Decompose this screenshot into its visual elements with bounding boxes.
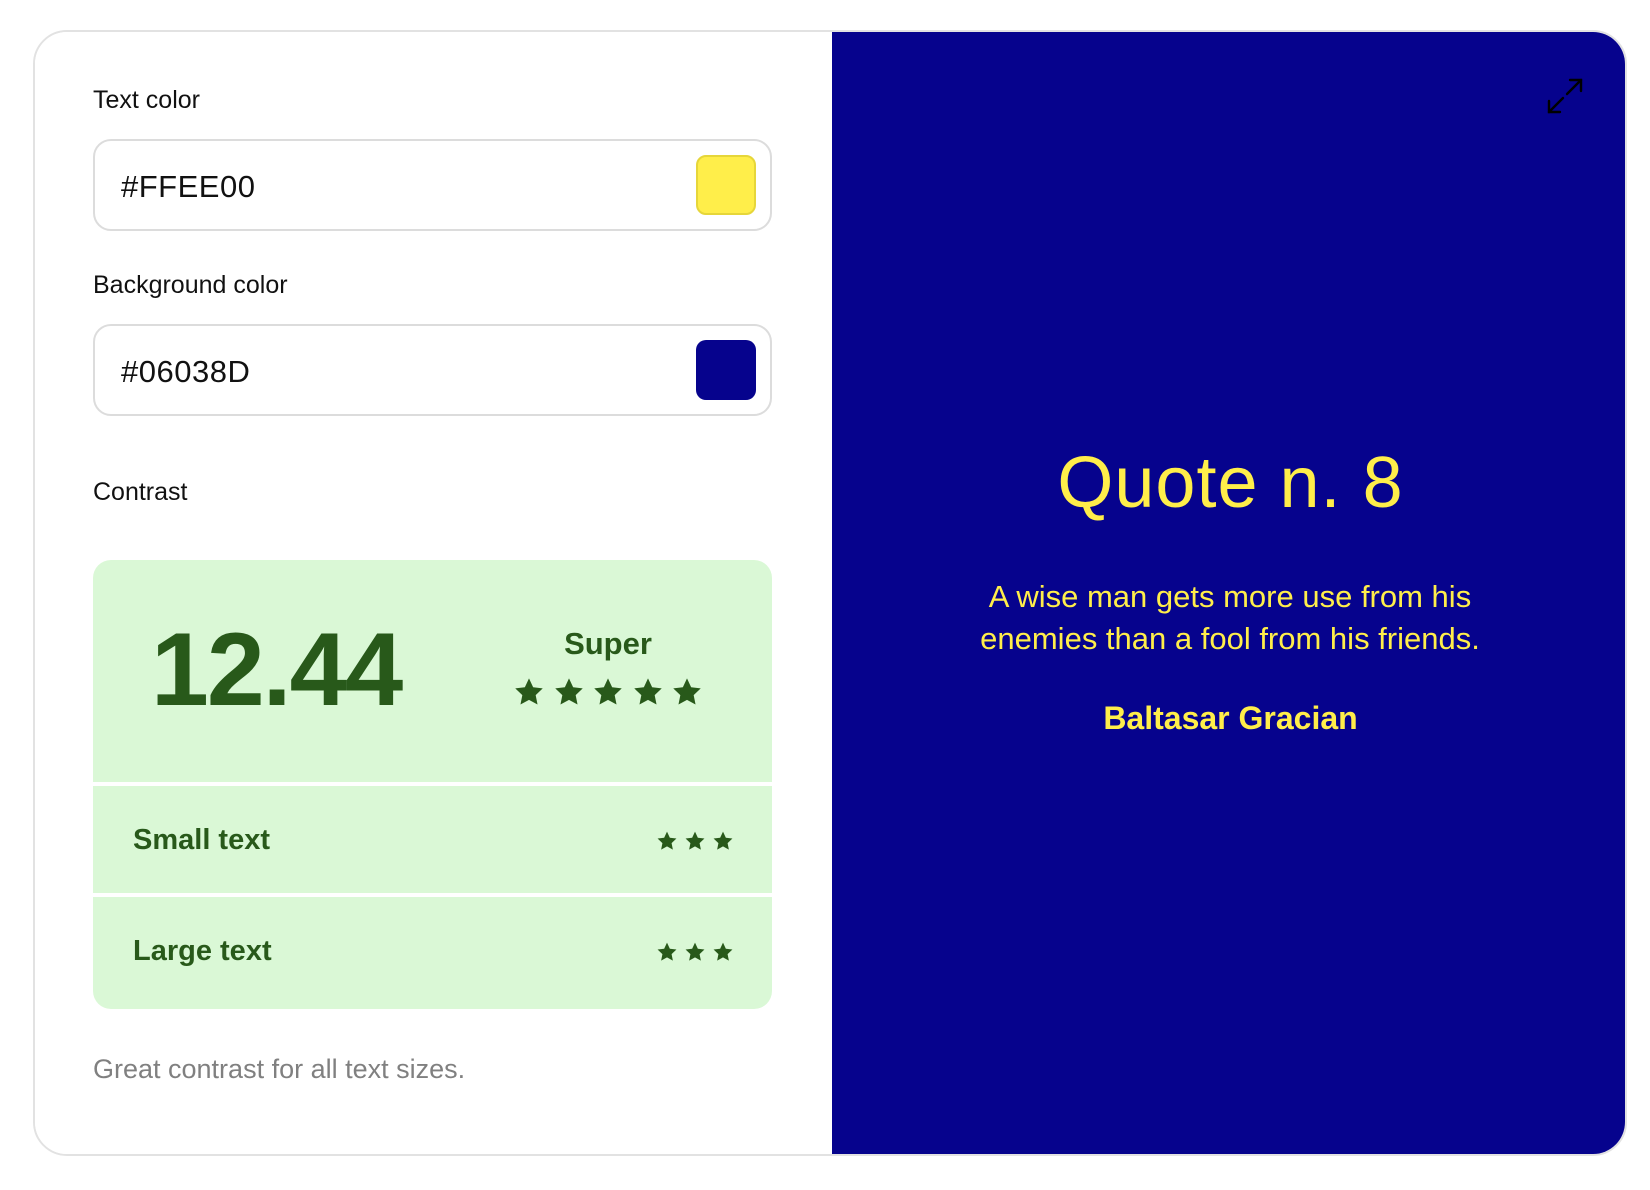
large-text-row: Large text [93, 897, 772, 1009]
star-icon [673, 678, 701, 705]
contrast-checker-card: Text color #FFEE00 Background color #060… [33, 30, 1627, 1156]
settings-panel: Text color #FFEE00 Background color #060… [35, 32, 832, 1154]
small-text-label: Small text [133, 824, 270, 856]
expand-icon[interactable] [1543, 74, 1587, 118]
star-icon [594, 678, 622, 705]
star-icon [685, 831, 705, 850]
star-icon [515, 678, 543, 705]
star-icon [685, 942, 705, 961]
contrast-score-row: 12.44 Super [93, 560, 772, 782]
background-color-swatch[interactable] [696, 340, 756, 400]
quote-title: Quote n. 8 [1057, 443, 1404, 523]
text-color-label: Text color [93, 86, 200, 114]
contrast-result-box: 12.44 Super Small text Large text [93, 560, 772, 1009]
background-color-label: Background color [93, 271, 288, 299]
star-icon [657, 942, 677, 961]
large-text-stars [656, 941, 734, 963]
star-icon [713, 942, 733, 961]
preview-panel: Quote n. 8 A wise man gets more use from… [832, 32, 1625, 1154]
star-icon [633, 678, 662, 705]
large-text-label: Large text [133, 935, 272, 967]
background-color-field[interactable]: #06038D [93, 324, 772, 416]
star-icon [713, 831, 733, 850]
quote-text: A wise man gets more use from his enemie… [980, 579, 1480, 656]
text-color-swatch[interactable] [696, 155, 756, 215]
rating-stars [513, 676, 703, 708]
contrast-label: Contrast [93, 478, 188, 506]
small-text-row: Small text [93, 786, 772, 893]
background-color-value[interactable]: #06038D [121, 354, 250, 390]
contrast-score: 12.44 [151, 612, 403, 728]
text-color-value[interactable]: #FFEE00 [121, 169, 255, 205]
contrast-rating: Super [564, 626, 652, 661]
text-color-field[interactable]: #FFEE00 [93, 139, 772, 231]
star-icon [657, 831, 677, 850]
small-text-stars [656, 830, 734, 852]
star-icon [554, 678, 583, 705]
contrast-helper-text: Great contrast for all text sizes. [93, 1054, 466, 1084]
quote-author: Baltasar Gracian [1103, 700, 1358, 736]
